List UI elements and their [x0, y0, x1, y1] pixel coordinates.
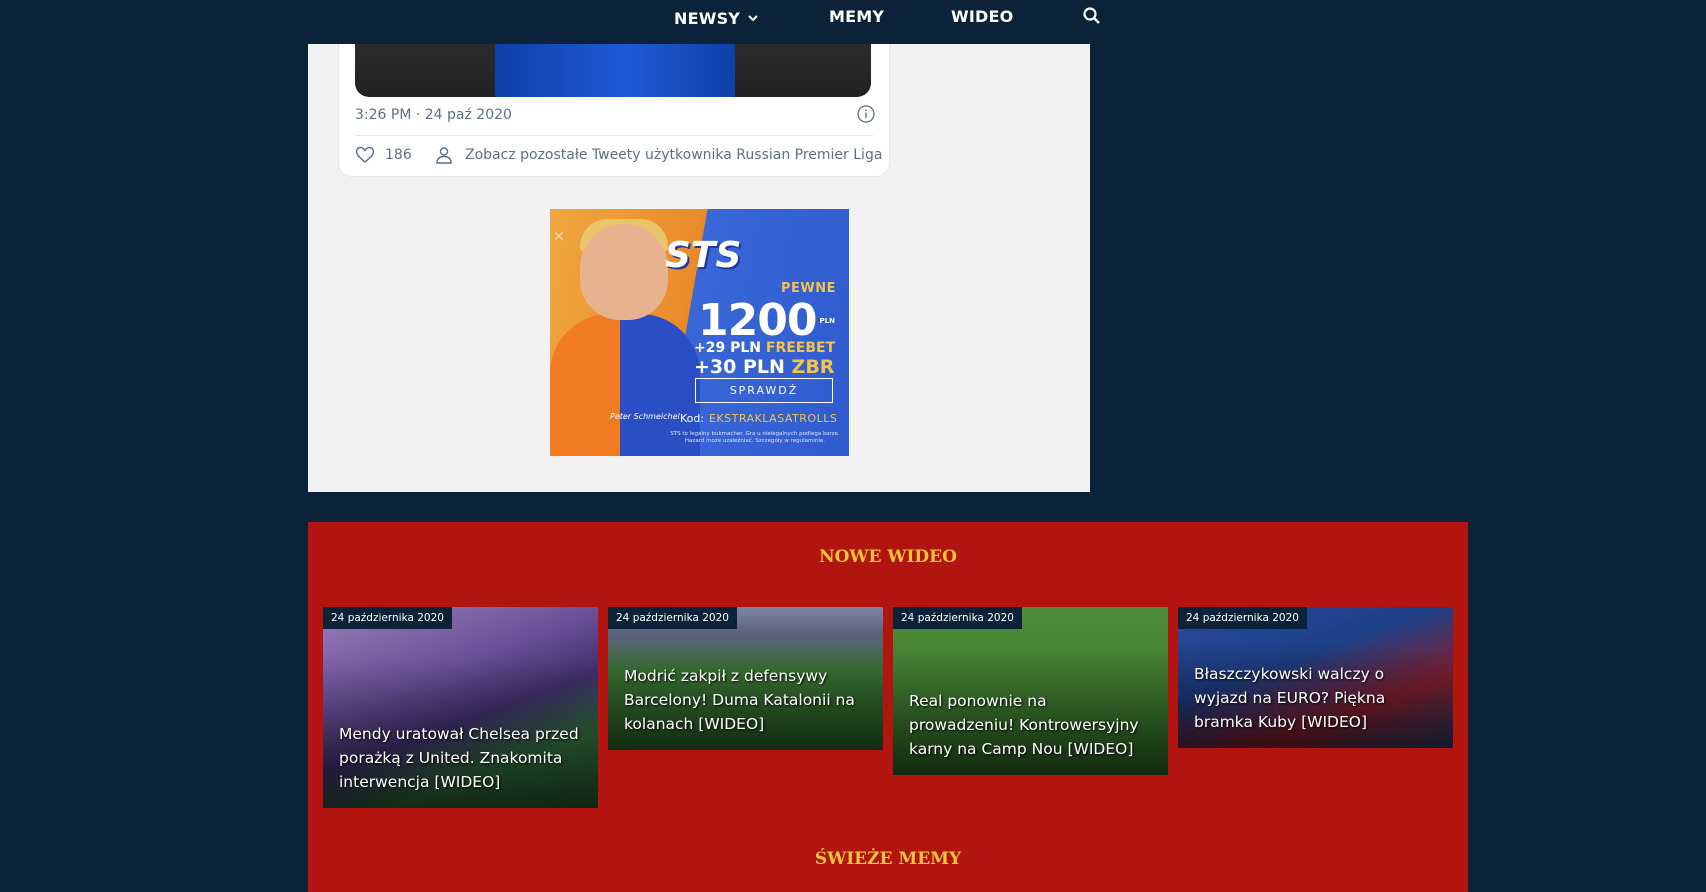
video-title[interactable]: Mendy uratował Chelsea przed porażką z U…	[339, 722, 584, 794]
heart-icon[interactable]	[355, 146, 375, 164]
ad-promo-code: EKSTRAKLASATROLLS	[709, 412, 838, 425]
tweet-timestamp[interactable]: 3:26 PM · 24 paź 2020	[355, 107, 512, 123]
ad-bonus-amount: 1200	[698, 295, 817, 346]
ad-sprawdz-button[interactable]: SPRAWDŹ	[695, 378, 833, 403]
section-title-memes: ŚWIEŻE MEMY	[814, 849, 962, 869]
video-card[interactable]: 24 października 2020 Błaszczykowski walc…	[1178, 607, 1453, 748]
video-card[interactable]: 24 października 2020 Real ponownie na pr…	[893, 607, 1168, 775]
video-title[interactable]: Real ponownie na prowadzeniu! Kontrowers…	[909, 689, 1154, 761]
sts-ad-banner[interactable]: ✕ STS PEWNE 1200 PLN +29 PLN FREEBET +30…	[550, 209, 849, 456]
video-title[interactable]: Błaszczykowski walczy o wyjazd na EURO? …	[1194, 662, 1439, 734]
ad-fine-print: STS to legalny bukmacher. Gra u nielegal…	[670, 431, 840, 444]
ad-person-face	[580, 224, 668, 320]
video-card[interactable]: 24 października 2020 Mendy uratował Chel…	[323, 607, 598, 808]
video-date: 24 października 2020	[893, 607, 1022, 629]
search-icon[interactable]	[1082, 6, 1102, 26]
info-icon[interactable]	[857, 105, 875, 123]
videos-section: NOWE WIDEO 24 października 2020 Mendy ur…	[308, 522, 1468, 892]
video-date: 24 października 2020	[323, 607, 452, 629]
ad-zbr: +30 PLN ZBR	[694, 356, 834, 378]
nav-memy[interactable]: MEMY	[829, 7, 884, 26]
video-date: 24 października 2020	[608, 607, 737, 629]
ad-signature: Peter Schmeichel	[610, 412, 680, 421]
video-title[interactable]: Modrić zakpił z defensywy Barcelony! Dum…	[624, 664, 869, 736]
tweet-divider	[355, 135, 873, 136]
chevron-down-icon	[748, 7, 758, 26]
sts-logo: STS	[665, 235, 742, 276]
user-icon	[435, 146, 453, 164]
video-card[interactable]: 24 października 2020 Modrić zakpił z def…	[608, 607, 883, 750]
ad-zbr-label: ZBR	[791, 356, 835, 378]
section-title-videos: NOWE WIDEO	[819, 547, 957, 567]
ad-freebet-label: FREEBET	[765, 340, 836, 356]
top-navigation: NEWSY MEMY WIDEO	[0, 0, 1706, 44]
ad-close-icon[interactable]: ✕	[553, 229, 565, 245]
ad-freebet-amount: +29 PLN	[694, 340, 761, 356]
video-date: 24 października 2020	[1178, 607, 1307, 629]
ad-code-label: Kod:	[680, 412, 705, 425]
tweet-like-count: 186	[385, 147, 412, 163]
nav-newsy[interactable]: NEWSY	[674, 7, 758, 28]
ad-zbr-amount: +30 PLN	[694, 356, 785, 378]
nav-newsy-label: NEWSY	[674, 9, 741, 28]
ad-freebet: +29 PLN FREEBET	[694, 340, 835, 356]
tweet-more-link[interactable]: Zobacz pozostałe Tweety użytkownika Russ…	[465, 147, 882, 163]
ad-currency: PLN	[819, 317, 835, 325]
nav-wideo[interactable]: WIDEO	[951, 7, 1013, 26]
ad-pewne-label: PEWNE	[780, 281, 836, 296]
